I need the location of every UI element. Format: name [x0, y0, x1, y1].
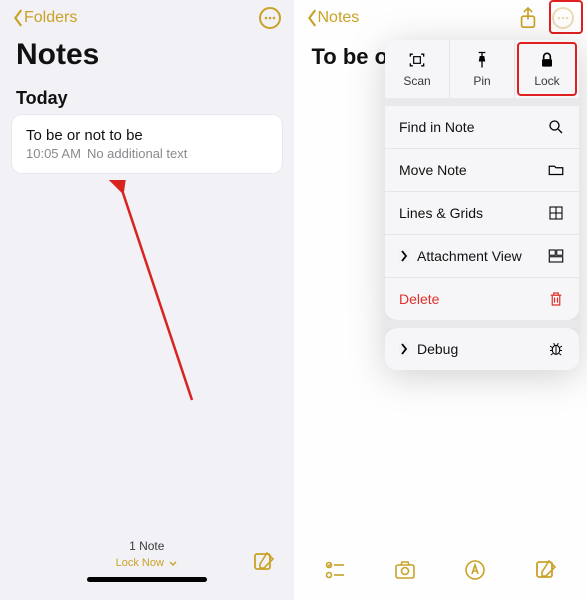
lock-now-button[interactable]: Lock Now	[116, 557, 178, 569]
markup-icon[interactable]	[463, 558, 487, 582]
back-label: Folders	[24, 9, 77, 27]
compose-icon[interactable]	[252, 550, 276, 574]
checklist-icon[interactable]	[323, 558, 347, 582]
home-indicator	[87, 577, 207, 582]
note-title: To be or not to be	[26, 127, 268, 144]
nav-bar-right: Notes	[294, 0, 587, 36]
notes-list-screen: Folders Notes Today To be or not to be 1…	[0, 0, 294, 600]
note-preview: No additional text	[87, 146, 187, 161]
note-subtitle: 10:05 AM No additional text	[26, 146, 268, 161]
note-time: 10:05 AM	[26, 146, 81, 161]
menu-attachment-view[interactable]: Attachment View	[385, 234, 579, 277]
grid-icon	[547, 204, 565, 222]
left-footer: 1 Note Lock Now	[0, 539, 294, 600]
scan-button[interactable]: Scan	[385, 40, 450, 98]
note-count: 1 Note	[0, 539, 294, 553]
compose-icon[interactable]	[534, 558, 558, 582]
bug-icon	[547, 340, 565, 358]
menu-find-in-note[interactable]: Find in Note	[385, 106, 579, 148]
pin-icon	[472, 50, 492, 70]
actions-popover: Scan Pin Lock Find in Note	[385, 40, 579, 370]
menu-debug[interactable]: Debug	[385, 328, 579, 370]
folder-icon	[547, 161, 565, 179]
nav-bar-left: Folders	[0, 0, 294, 36]
tool-row: Scan Pin Lock	[385, 40, 579, 98]
share-icon[interactable]	[517, 6, 539, 30]
menu-delete[interactable]: Delete	[385, 277, 579, 320]
page-title: Notes	[0, 36, 294, 80]
section-header-today: Today	[0, 80, 294, 115]
more-options-icon[interactable]	[258, 6, 282, 30]
back-to-folders[interactable]: Folders	[12, 9, 77, 27]
chevron-right-icon	[399, 342, 409, 356]
annotation-arrow	[72, 180, 232, 430]
chevron-left-icon	[12, 9, 24, 27]
menu-lines-grids[interactable]: Lines & Grids	[385, 191, 579, 234]
more-highlight-annotation	[549, 0, 583, 34]
note-toolbar	[294, 548, 587, 600]
note-card[interactable]: To be or not to be 10:05 AM No additional…	[12, 115, 282, 173]
scan-icon	[407, 50, 427, 70]
trash-icon	[547, 290, 565, 308]
chevron-left-icon	[306, 9, 318, 27]
lock-icon	[537, 50, 557, 70]
attachment-view-icon	[547, 247, 565, 265]
actions-menu: Find in Note Move Note Lines & Grids Att…	[385, 106, 579, 320]
chevron-right-icon	[399, 249, 409, 263]
actions-menu-secondary: Debug	[385, 328, 579, 370]
menu-move-note[interactable]: Move Note	[385, 148, 579, 191]
search-icon	[547, 118, 565, 136]
camera-icon[interactable]	[393, 558, 417, 582]
lock-button[interactable]: Lock	[515, 40, 579, 98]
lock-now-chevron-icon	[168, 558, 178, 568]
pin-button[interactable]: Pin	[450, 40, 515, 98]
note-detail-screen: Notes To be or Scan	[294, 0, 587, 600]
back-to-notes[interactable]: Notes	[306, 9, 360, 27]
back-label: Notes	[318, 9, 360, 27]
